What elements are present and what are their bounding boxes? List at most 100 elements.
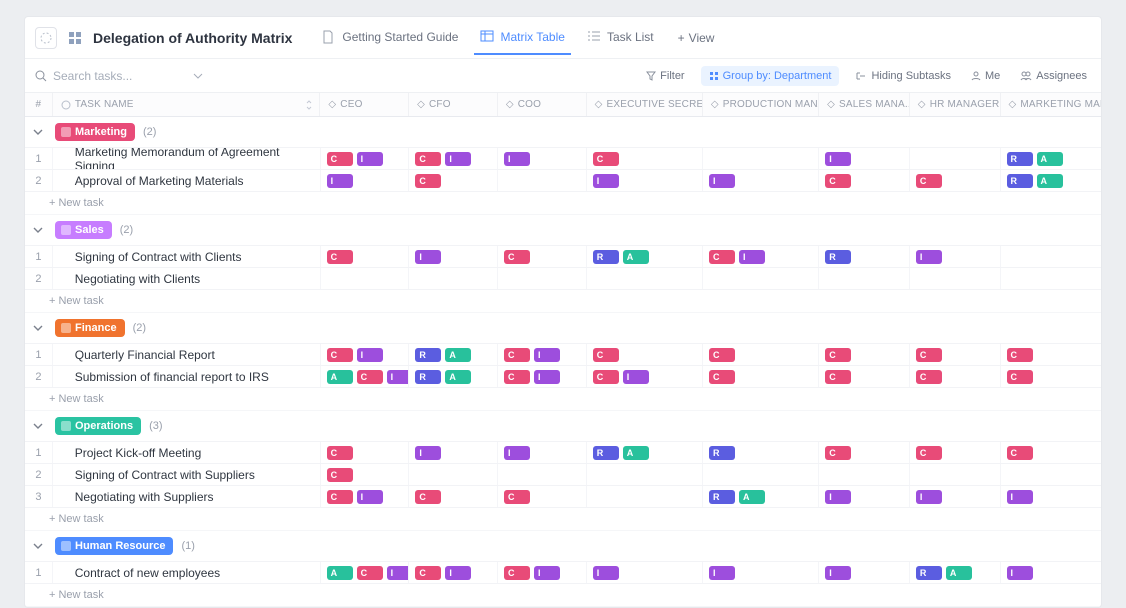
raci-tag[interactable]: C — [916, 174, 942, 188]
role-cell[interactable]: I — [819, 148, 910, 169]
role-cell[interactable]: C — [819, 344, 910, 365]
raci-tag[interactable]: A — [623, 446, 649, 460]
role-cell[interactable] — [819, 268, 910, 289]
role-cell[interactable]: RA — [409, 344, 498, 365]
raci-tag[interactable]: A — [327, 566, 353, 580]
new-task-button[interactable]: + New task — [25, 290, 1101, 313]
task-name-cell[interactable]: Signing of Contract with Clients — [53, 246, 321, 267]
raci-tag[interactable]: I — [739, 250, 765, 264]
table-row[interactable]: 2Approval of Marketing MaterialsICIICCRA — [25, 170, 1101, 192]
raci-tag[interactable]: I — [327, 174, 353, 188]
role-cell[interactable]: C — [498, 246, 587, 267]
role-cell[interactable]: C — [409, 486, 498, 507]
raci-tag[interactable]: C — [504, 566, 530, 580]
table-row[interactable]: 1Signing of Contract with ClientsCICRACI… — [25, 246, 1101, 268]
search-input[interactable] — [53, 69, 183, 83]
raci-tag[interactable]: I — [504, 152, 530, 166]
raci-tag[interactable]: R — [1007, 152, 1033, 166]
table-row[interactable]: 1Contract of new employeesACICICIIIIRAI — [25, 562, 1101, 584]
role-cell[interactable]: CI — [409, 562, 498, 583]
raci-tag[interactable]: I — [825, 152, 851, 166]
raci-tag[interactable]: I — [415, 446, 441, 460]
role-cell[interactable] — [910, 268, 1001, 289]
role-cell[interactable] — [409, 268, 498, 289]
raci-tag[interactable]: I — [623, 370, 649, 384]
raci-tag[interactable]: R — [415, 348, 441, 362]
group-header[interactable]: Finance(2) — [25, 313, 1101, 344]
task-name-cell[interactable]: Signing of Contract with Suppliers — [53, 464, 321, 485]
raci-tag[interactable]: I — [709, 174, 735, 188]
search-chevron-down-icon[interactable] — [193, 73, 203, 79]
raci-tag[interactable]: I — [415, 250, 441, 264]
task-name-cell[interactable]: Submission of financial report to IRS — [53, 366, 321, 387]
raci-tag[interactable]: C — [593, 348, 619, 362]
col-header-coo[interactable]: ◇COO — [498, 93, 587, 116]
raci-tag[interactable]: C — [825, 174, 851, 188]
group-header[interactable]: Marketing(2) — [25, 117, 1101, 148]
raci-tag[interactable]: C — [709, 348, 735, 362]
chevron-down-icon[interactable] — [33, 423, 47, 429]
role-cell[interactable]: C — [587, 344, 703, 365]
raci-tag[interactable]: C — [916, 348, 942, 362]
task-name-cell[interactable]: Negotiating with Clients — [53, 268, 321, 289]
tab-getting-started[interactable]: Getting Started Guide — [316, 20, 464, 55]
raci-tag[interactable]: C — [709, 250, 735, 264]
raci-tag[interactable]: C — [357, 566, 383, 580]
new-task-button[interactable]: + New task — [25, 192, 1101, 215]
role-cell[interactable] — [1001, 246, 1101, 267]
col-header-ceo[interactable]: ◇CEO — [320, 93, 409, 116]
role-cell[interactable]: I — [587, 170, 703, 191]
group-header[interactable]: Sales(2) — [25, 215, 1101, 246]
col-header-sales-manager[interactable]: ◇SALES MANA... — [819, 93, 910, 116]
role-cell[interactable]: CI — [498, 344, 587, 365]
raci-tag[interactable]: A — [946, 566, 972, 580]
table-row[interactable]: 2Signing of Contract with SuppliersC — [25, 464, 1101, 486]
role-cell[interactable]: C — [409, 170, 498, 191]
role-cell[interactable]: C — [910, 170, 1001, 191]
role-cell[interactable] — [703, 148, 819, 169]
raci-tag[interactable]: C — [1007, 446, 1033, 460]
sort-icon[interactable] — [305, 100, 313, 110]
raci-tag[interactable]: C — [327, 250, 353, 264]
role-cell[interactable]: C — [910, 344, 1001, 365]
role-cell[interactable]: I — [1001, 562, 1101, 583]
role-cell[interactable]: C — [1001, 442, 1101, 463]
new-task-button[interactable]: + New task — [25, 508, 1101, 531]
role-cell[interactable]: I — [409, 246, 498, 267]
raci-tag[interactable]: A — [445, 370, 471, 384]
role-cell[interactable]: RA — [1001, 148, 1101, 169]
raci-tag[interactable]: C — [327, 446, 353, 460]
raci-tag[interactable]: C — [825, 446, 851, 460]
role-cell[interactable]: CI — [587, 366, 703, 387]
role-cell[interactable]: C — [819, 170, 910, 191]
role-cell[interactable]: C — [1001, 366, 1101, 387]
role-cell[interactable] — [703, 464, 819, 485]
group-header[interactable]: Human Resource(1) — [25, 531, 1101, 562]
raci-tag[interactable]: C — [825, 348, 851, 362]
raci-tag[interactable]: C — [327, 468, 353, 482]
raci-tag[interactable]: A — [1037, 152, 1063, 166]
role-cell[interactable]: C — [498, 486, 587, 507]
role-cell[interactable]: C — [703, 366, 819, 387]
raci-tag[interactable]: R — [709, 490, 735, 504]
role-cell[interactable]: I — [703, 562, 819, 583]
raci-tag[interactable]: C — [709, 370, 735, 384]
role-cell[interactable]: C — [819, 366, 910, 387]
role-cell[interactable]: I — [1001, 486, 1101, 507]
role-cell[interactable]: C — [910, 366, 1001, 387]
raci-tag[interactable]: I — [825, 490, 851, 504]
role-cell[interactable]: I — [819, 562, 910, 583]
role-cell[interactable]: I — [498, 442, 587, 463]
table-row[interactable]: 2Submission of financial report to IRSAC… — [25, 366, 1101, 388]
role-cell[interactable] — [703, 268, 819, 289]
raci-tag[interactable]: R — [415, 370, 441, 384]
raci-tag[interactable]: C — [1007, 348, 1033, 362]
raci-tag[interactable]: I — [357, 152, 383, 166]
raci-tag[interactable]: I — [357, 348, 383, 362]
raci-tag[interactable]: I — [387, 566, 410, 580]
raci-tag[interactable]: C — [825, 370, 851, 384]
role-cell[interactable]: ACI — [321, 562, 410, 583]
raci-tag[interactable]: C — [504, 490, 530, 504]
raci-tag[interactable]: I — [916, 490, 942, 504]
raci-tag[interactable]: C — [916, 370, 942, 384]
